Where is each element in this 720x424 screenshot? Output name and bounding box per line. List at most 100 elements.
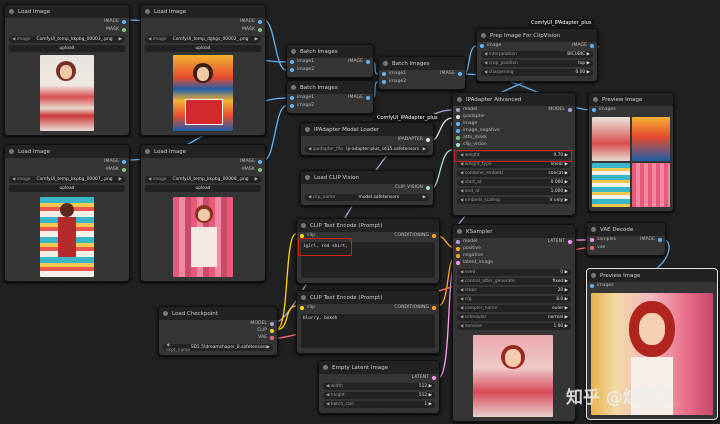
collapse-dot-icon[interactable] xyxy=(323,365,328,370)
node-header[interactable]: Batch Images xyxy=(287,81,373,94)
steps-widget[interactable]: ◀ steps 20 ▶ xyxy=(457,287,571,294)
output-image[interactable]: IMAGE xyxy=(640,237,662,242)
collapse-dot-icon[interactable] xyxy=(9,149,14,154)
embeds-scaling-widget[interactable]: ◀ embeds_scaling V only ▶ xyxy=(457,197,571,204)
input-model[interactable]: model xyxy=(456,107,477,112)
collapse-dot-icon[interactable] xyxy=(301,223,306,228)
output-mask[interactable]: MASK xyxy=(106,167,126,172)
input-image2[interactable]: image2 xyxy=(290,103,314,108)
clip-text-encode-negative-node[interactable]: CLIP Text Encode (Prompt) clip CONDITION… xyxy=(296,290,440,354)
input-images[interactable]: images xyxy=(590,283,614,288)
input-positive[interactable]: positive xyxy=(456,246,481,251)
output-latent[interactable]: LATENT xyxy=(548,239,572,244)
input-image-negative[interactable]: image_negative xyxy=(456,128,500,133)
seed-widget[interactable]: ◀ seed 0 ▶ xyxy=(457,269,571,276)
ipadapter-file-select[interactable]: ◀ ipadapter_file ip-adapter-plus_sd15.saf… xyxy=(305,146,429,153)
prep-image-clipvision-node[interactable]: Prep Image For ClipVision image IMAGE ◀ … xyxy=(476,28,598,82)
combine-embeds-widget[interactable]: ◀ combine_embeds concat ▶ xyxy=(457,170,571,177)
node-header[interactable]: VAE Decode xyxy=(587,223,665,236)
output-model[interactable]: MODEL xyxy=(250,321,274,326)
output-clip-vision[interactable]: CLIP_VISION xyxy=(395,185,430,190)
cfg-widget[interactable]: ◀ cfg 8.0 ▶ xyxy=(457,296,571,303)
collapse-dot-icon[interactable] xyxy=(481,33,486,38)
node-header[interactable]: Batch Images xyxy=(379,57,465,70)
image-select[interactable]: ◀ image ComfyUI_temp_dgkgs_00002_.png ▶ xyxy=(145,36,261,43)
width-widget[interactable]: ◀ width 512 ▶ xyxy=(323,383,435,390)
node-header[interactable]: Batch Images xyxy=(287,45,373,58)
prompt-textarea[interactable]: blurry, bokeh xyxy=(301,314,435,348)
output-image[interactable]: IMAGE xyxy=(348,59,370,64)
load-clip-vision-node[interactable]: Load CLIP Vision CLIP_VISION ◀ clip_name… xyxy=(300,170,434,206)
sharpening-widget[interactable]: ◀ sharpening 0.00 ▶ xyxy=(481,69,593,76)
input-samples[interactable]: samples xyxy=(590,237,616,242)
node-header[interactable]: IPAdapter Model Loader xyxy=(301,123,433,136)
input-image1[interactable]: image1 xyxy=(290,95,314,100)
output-mask[interactable]: MASK xyxy=(106,27,126,32)
load-checkpoint-node[interactable]: Load Checkpoint MODEL CLIP VAE ◀ ckpt_na… xyxy=(158,306,278,356)
input-model[interactable]: model xyxy=(456,239,477,244)
output-image[interactable]: IMAGE xyxy=(572,43,594,48)
collapse-dot-icon[interactable] xyxy=(457,97,462,102)
upload-button[interactable]: upload xyxy=(145,185,261,192)
collapse-dot-icon[interactable] xyxy=(305,175,310,180)
input-image2[interactable]: image2 xyxy=(290,67,314,72)
input-ipadapter[interactable]: ipadapter xyxy=(456,114,485,119)
node-header[interactable]: Prep Image For ClipVision xyxy=(477,29,597,42)
input-clip[interactable]: clip xyxy=(300,305,315,310)
node-header[interactable]: Preview Image xyxy=(587,269,717,282)
vae-decode-node[interactable]: VAE Decode samples vae IMAGE xyxy=(586,222,666,256)
output-model[interactable]: MODEL xyxy=(548,107,572,112)
node-header[interactable]: Preview Image xyxy=(589,93,673,106)
collapse-dot-icon[interactable] xyxy=(383,61,388,66)
node-header[interactable]: Load Image xyxy=(141,5,265,18)
input-image[interactable]: image xyxy=(456,121,477,126)
collapse-dot-icon[interactable] xyxy=(591,273,596,278)
preview-image-node-small[interactable]: Preview Image images xyxy=(588,92,674,212)
collapse-dot-icon[interactable] xyxy=(591,227,596,232)
input-attn-mask[interactable]: attn_mask xyxy=(456,135,487,140)
height-widget[interactable]: ◀ height 512 ▶ xyxy=(323,392,435,399)
output-image[interactable]: IMAGE xyxy=(440,71,462,76)
input-image1[interactable]: image1 xyxy=(382,71,406,76)
denoise-widget[interactable]: ◀ denoise 1.00 ▶ xyxy=(457,323,571,330)
output-image[interactable]: IMAGE xyxy=(104,19,126,24)
input-image1[interactable]: image1 xyxy=(290,59,314,64)
control-after-generate-widget[interactable]: ◀ control_after_generate fixed ▶ xyxy=(457,278,571,285)
scheduler-widget[interactable]: ◀ scheduler normal ▶ xyxy=(457,314,571,321)
node-header[interactable]: KSampler xyxy=(453,225,575,238)
input-vae[interactable]: vae xyxy=(590,245,605,250)
output-mask[interactable]: MASK xyxy=(242,27,262,32)
output-mask[interactable]: MASK xyxy=(242,167,262,172)
batch-images-node-1[interactable]: Batch Images image1 image2 IMAGE xyxy=(286,44,374,78)
collapse-dot-icon[interactable] xyxy=(145,149,150,154)
output-image[interactable]: IMAGE xyxy=(240,19,262,24)
image-select[interactable]: ◀ image ComfyUI_temp_kkpbg_00003_.png ▶ xyxy=(9,36,125,43)
batch-size-widget[interactable]: ◀ batch_size 1 ▶ xyxy=(323,401,435,408)
output-image[interactable]: IMAGE xyxy=(240,159,262,164)
collapse-dot-icon[interactable] xyxy=(145,9,150,14)
image-select[interactable]: ◀ image ComfyUI_temp_kkpbg_00007_.png ▶ xyxy=(9,176,125,183)
image-select[interactable]: ◀ image ComfyUI_temp_kkpbg_00008_.png ▶ xyxy=(145,176,261,183)
collapse-dot-icon[interactable] xyxy=(301,295,306,300)
node-header[interactable]: Empty Latent Image xyxy=(319,361,439,374)
node-header[interactable]: IPAdapter Advanced xyxy=(453,93,575,106)
load-image-node-3[interactable]: Load Image IMAGE MASK ◀ image ComfyUI_tem… xyxy=(4,144,130,282)
node-header[interactable]: CLIP Text Encode (Prompt) xyxy=(297,219,439,232)
output-vae[interactable]: VAE xyxy=(258,335,274,340)
collapse-dot-icon[interactable] xyxy=(291,85,296,90)
node-header[interactable]: Load Image xyxy=(5,145,129,158)
upload-button[interactable]: upload xyxy=(9,45,125,52)
sampler-name-widget[interactable]: ◀ sampler_name euler ▶ xyxy=(457,305,571,312)
load-image-node-4[interactable]: Load Image IMAGE MASK ◀ image ComfyUI_tem… xyxy=(140,144,266,282)
output-conditioning[interactable]: CONDITIONING xyxy=(394,305,436,310)
upload-button[interactable]: upload xyxy=(9,185,125,192)
input-latent-image[interactable]: latent_image xyxy=(456,260,493,265)
node-header[interactable]: Load Image xyxy=(5,5,129,18)
output-ipadapter[interactable]: IPADAPTER xyxy=(398,137,430,142)
collapse-dot-icon[interactable] xyxy=(291,49,296,54)
input-image2[interactable]: image2 xyxy=(382,79,406,84)
output-clip[interactable]: CLIP xyxy=(257,328,274,333)
upload-button[interactable]: upload xyxy=(145,45,261,52)
interpolation-widget[interactable]: ◀ interpolation BICUBIC ▶ xyxy=(481,51,593,58)
collapse-dot-icon[interactable] xyxy=(457,229,462,234)
